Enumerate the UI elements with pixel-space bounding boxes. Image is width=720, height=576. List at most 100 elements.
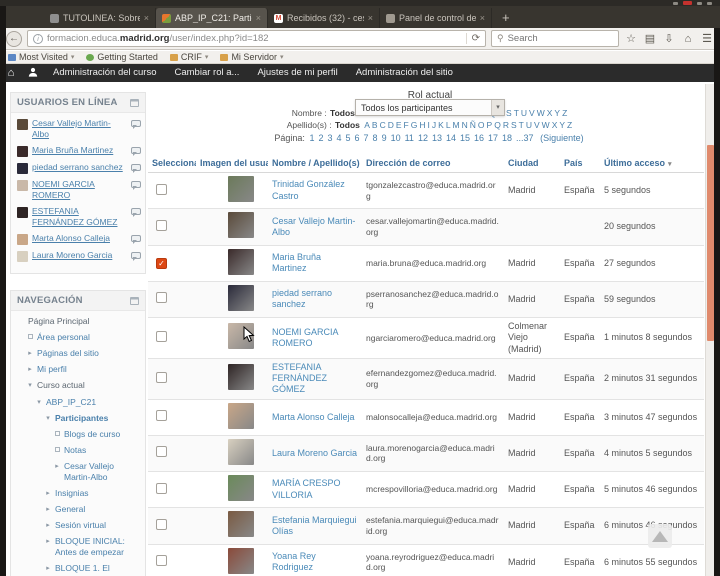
nav-link[interactable]: Curso actual bbox=[37, 380, 85, 391]
message-bubble-icon[interactable] bbox=[131, 208, 141, 218]
tab-close-icon[interactable]: × bbox=[144, 13, 149, 23]
column-header[interactable]: Ciudad bbox=[504, 154, 560, 173]
row-checkbox[interactable] bbox=[156, 446, 167, 458]
moodle-nav-item[interactable]: Ajustes de mi perfil bbox=[248, 64, 346, 82]
apellido-letter-link[interactable]: E bbox=[396, 120, 402, 130]
column-header[interactable]: Dirección de correo bbox=[362, 154, 504, 173]
online-user-link[interactable]: Cesar Vallejo Martin-Albo bbox=[32, 118, 127, 140]
pagination-page-link[interactable]: 17 bbox=[488, 133, 498, 143]
nav-link[interactable]: Área personal bbox=[37, 332, 90, 343]
user-name-link[interactable]: Estefania Marquiegui Olías bbox=[272, 515, 357, 536]
nombre-letter-link[interactable]: V bbox=[529, 108, 535, 118]
nombre-letter-link[interactable]: Y bbox=[554, 108, 560, 118]
user-name-link[interactable]: Marta Alonso Calleja bbox=[272, 412, 355, 422]
tab-close-icon[interactable]: × bbox=[480, 13, 485, 23]
user-name-link[interactable]: Laura Moreno Garcia bbox=[272, 448, 357, 458]
bookmark-item[interactable]: Mi Servidor ▾ bbox=[220, 52, 283, 62]
column-header[interactable]: Imagen del usuario bbox=[196, 154, 268, 173]
nav-link[interactable]: BLOQUE INICIAL: Antes de empezar bbox=[55, 536, 141, 558]
column-header[interactable]: Seleccionar bbox=[148, 154, 196, 173]
nav-link[interactable]: Cesar Vallejo Martin-Albo bbox=[64, 461, 141, 483]
column-header[interactable]: País bbox=[560, 154, 600, 173]
column-header[interactable]: Nombre / Apellido(s) bbox=[268, 154, 362, 173]
row-checkbox[interactable]: ✓ bbox=[156, 257, 167, 269]
nav-link[interactable]: Participantes bbox=[55, 413, 108, 424]
scroll-to-top-button[interactable] bbox=[648, 524, 672, 548]
pagination-page-link[interactable]: 14 bbox=[446, 133, 456, 143]
row-checkbox[interactable] bbox=[156, 518, 167, 530]
pagination-page-link[interactable]: 2 bbox=[318, 133, 323, 143]
online-user-link[interactable]: Laura Moreno Garcia bbox=[32, 250, 127, 261]
sidebar-nav-item[interactable]: ▾ Participantes bbox=[17, 413, 141, 424]
online-user-link[interactable]: piedad serrano sanchez bbox=[32, 162, 127, 173]
user-name-link[interactable]: ESTEFANIA FERNÁNDEZ GÓMEZ bbox=[272, 362, 327, 395]
apellido-letter-link[interactable]: K bbox=[438, 120, 444, 130]
pagination-page-link[interactable]: 9 bbox=[382, 133, 387, 143]
pagination-page-link[interactable]: 15 bbox=[460, 133, 470, 143]
browser-tab[interactable]: ABP_IP_C21: Partici... × bbox=[156, 8, 268, 28]
tab-close-icon[interactable]: × bbox=[256, 13, 261, 23]
sidebar-nav-item[interactable]: ▸ General bbox=[17, 504, 141, 515]
nombre-letter-link[interactable]: W bbox=[537, 108, 545, 118]
apellido-letter-link[interactable]: R bbox=[503, 120, 509, 130]
row-checkbox[interactable] bbox=[156, 219, 167, 231]
apellido-letter-link[interactable]: G bbox=[411, 120, 418, 130]
apellido-letter-link[interactable]: C bbox=[380, 120, 386, 130]
apellido-letter-link[interactable]: U bbox=[526, 120, 532, 130]
row-checkbox[interactable] bbox=[156, 410, 167, 421]
user-avatar[interactable] bbox=[228, 547, 254, 574]
nombre-letter-link[interactable]: S bbox=[506, 108, 512, 118]
apellido-letter-link[interactable]: D bbox=[388, 120, 394, 130]
user-avatar[interactable] bbox=[228, 284, 254, 311]
apellido-letter-link[interactable]: Y bbox=[559, 120, 565, 130]
sidebar-nav-item[interactable]: Área personal bbox=[17, 332, 141, 343]
online-user-link[interactable]: NOEMI GARCIA ROMERO bbox=[32, 179, 127, 201]
apellido-letter-link[interactable]: A bbox=[364, 120, 370, 130]
pagination-page-link[interactable]: 16 bbox=[474, 133, 484, 143]
apellido-letter-link[interactable]: Z bbox=[567, 120, 572, 130]
pagination-page-link[interactable]: 3 bbox=[327, 133, 332, 143]
pagination-page-link[interactable]: 12 bbox=[418, 133, 428, 143]
message-bubble-icon[interactable] bbox=[131, 120, 141, 129]
pagination-page-link[interactable]: 8 bbox=[373, 133, 378, 143]
search-bar[interactable]: ⚲ bbox=[491, 30, 619, 47]
sidebar-nav-item[interactable]: ▸ BLOQUE INICIAL: Antes de empezar bbox=[17, 536, 141, 558]
online-user-link[interactable]: Maria Bruña Martinez bbox=[32, 145, 127, 156]
message-bubble-icon[interactable] bbox=[131, 235, 141, 245]
nav-link[interactable]: Página Principal bbox=[28, 316, 89, 327]
nav-link[interactable]: Insignias bbox=[55, 488, 89, 499]
dock-block-icon[interactable] bbox=[130, 296, 139, 305]
sidebar-nav-item[interactable]: ▸ Cesar Vallejo Martin-Albo bbox=[17, 461, 141, 483]
apellido-todos-link[interactable]: Todos bbox=[335, 120, 360, 130]
apellido-letter-link[interactable]: M bbox=[453, 120, 460, 130]
user-avatar[interactable] bbox=[228, 176, 254, 202]
apellido-letter-link[interactable]: Q bbox=[494, 120, 501, 130]
apellido-letter-link[interactable]: J bbox=[432, 120, 436, 130]
pagination-page-link[interactable]: 7 bbox=[364, 133, 369, 143]
message-bubble-icon[interactable] bbox=[131, 147, 141, 157]
nav-link[interactable]: BLOQUE 1. El Aprendizaje Basado en Proye… bbox=[55, 563, 141, 576]
nav-link[interactable]: Blogs de curso bbox=[64, 429, 120, 440]
downloads-icon[interactable]: ⇩ bbox=[662, 32, 676, 45]
user-avatar[interactable] bbox=[228, 438, 254, 465]
nombre-letter-link[interactable]: X bbox=[547, 108, 553, 118]
user-profile-icon[interactable] bbox=[22, 67, 44, 80]
apellido-letter-link[interactable]: X bbox=[552, 120, 558, 130]
browser-tab[interactable]: M Recibidos (32) - cesa... × bbox=[268, 8, 380, 28]
new-tab-button[interactable]: + bbox=[502, 8, 510, 28]
nombre-letter-link[interactable]: U bbox=[521, 108, 527, 118]
row-checkbox[interactable] bbox=[156, 330, 167, 342]
role-select[interactable]: Todos los participantes ▾ bbox=[355, 99, 505, 116]
nav-link[interactable]: General bbox=[55, 504, 85, 515]
user-avatar[interactable] bbox=[228, 511, 254, 538]
user-avatar[interactable] bbox=[228, 248, 254, 275]
pagination-page-link[interactable]: 1 bbox=[309, 133, 314, 143]
search-input[interactable] bbox=[507, 33, 598, 44]
online-user-link[interactable]: ESTEFANIA FERNÁNDEZ GÓMEZ bbox=[32, 206, 127, 228]
pagination-page-link[interactable]: 11 bbox=[405, 133, 414, 143]
user-name-link[interactable]: piedad serrano sanchez bbox=[272, 288, 332, 309]
apellido-letter-link[interactable]: T bbox=[519, 120, 524, 130]
apellido-letter-link[interactable]: B bbox=[372, 120, 378, 130]
row-checkbox[interactable] bbox=[156, 371, 167, 383]
column-header[interactable]: Último acceso ▾ bbox=[600, 154, 704, 173]
